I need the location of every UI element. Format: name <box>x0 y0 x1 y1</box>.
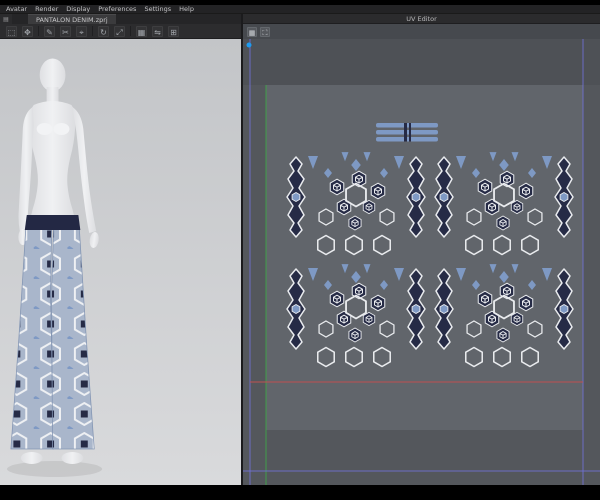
uv-origin-dot[interactable] <box>246 42 252 48</box>
menu-item-avatar[interactable]: Avatar <box>6 5 27 14</box>
menu-item-render[interactable]: Render <box>35 5 58 14</box>
mannequin-foot <box>20 452 43 464</box>
uv-workspace-area <box>266 85 583 430</box>
add-tool-icon[interactable]: ⊞ <box>168 25 179 37</box>
pin-tool-icon[interactable]: ⌖ <box>76 25 87 37</box>
letterbox-bottom <box>0 485 600 500</box>
patterned-pants <box>10 215 95 450</box>
viewport-column: ▤ PANTALON DENIM.zprj ⬚ ✥ ✎ ✂ ⌖ ↻ ⤢ ▦ ⇋ … <box>0 14 243 485</box>
scale-tool-icon[interactable]: ⤢ <box>114 25 125 37</box>
tabbar: ▤ PANTALON DENIM.zprj <box>0 14 241 24</box>
waistband-pattern-pieces[interactable] <box>376 123 438 142</box>
uv-fit-icon[interactable]: ⛶ <box>260 26 270 37</box>
3d-scene <box>6 58 103 477</box>
menu-item-settings[interactable]: Settings <box>144 5 171 14</box>
document-icon[interactable]: ▤ <box>0 14 12 24</box>
uv-editor-toolbar: ▦ ⛶ <box>243 24 600 39</box>
application-window: Avatar Render Display Preferences Settin… <box>0 0 600 500</box>
mirror-tool-icon[interactable]: ⇋ <box>152 25 163 37</box>
uv-editor-header[interactable]: UV Editor <box>243 14 600 24</box>
uv-canvas[interactable] <box>243 39 600 485</box>
main-content: ▤ PANTALON DENIM.zprj ⬚ ✥ ✎ ✂ ⌖ ↻ ⤢ ▦ ⇋ … <box>0 14 600 485</box>
move-tool-icon[interactable]: ✥ <box>22 25 33 37</box>
uv-editor-title: UV Editor <box>406 14 437 23</box>
toolbar-separator <box>130 26 131 36</box>
main-toolbar: ⬚ ✥ ✎ ✂ ⌖ ↻ ⤢ ▦ ⇋ ⊞ <box>0 24 241 39</box>
uv-top-band <box>243 39 600 85</box>
grid-tool-icon[interactable]: ▦ <box>136 25 147 37</box>
uv-editor-panel: UV Editor ▦ ⛶ <box>243 14 600 485</box>
mannequin-left-arm <box>72 107 97 233</box>
pen-tool-icon[interactable]: ✎ <box>44 25 55 37</box>
3d-viewport[interactable] <box>0 39 241 485</box>
cut-tool-icon[interactable]: ✂ <box>60 25 71 37</box>
active-project-tab[interactable]: PANTALON DENIM.zprj <box>28 14 116 24</box>
menu-item-help[interactable]: Help <box>179 5 194 14</box>
menu-item-preferences[interactable]: Preferences <box>98 5 136 14</box>
toolbar-separator <box>38 26 39 36</box>
menubar: Avatar Render Display Preferences Settin… <box>0 5 600 14</box>
uv-grid-icon[interactable]: ▦ <box>247 26 257 37</box>
rotate-tool-icon[interactable]: ↻ <box>98 25 109 37</box>
uv-scene <box>243 39 600 485</box>
select-tool-icon[interactable]: ⬚ <box>6 25 17 37</box>
mannequin-foot <box>61 452 84 464</box>
toolbar-separator <box>92 26 93 36</box>
mannequin-right-arm <box>18 107 34 231</box>
floor-shadow <box>6 461 103 477</box>
pants-waistband <box>24 215 81 230</box>
menu-item-display[interactable]: Display <box>66 5 90 14</box>
